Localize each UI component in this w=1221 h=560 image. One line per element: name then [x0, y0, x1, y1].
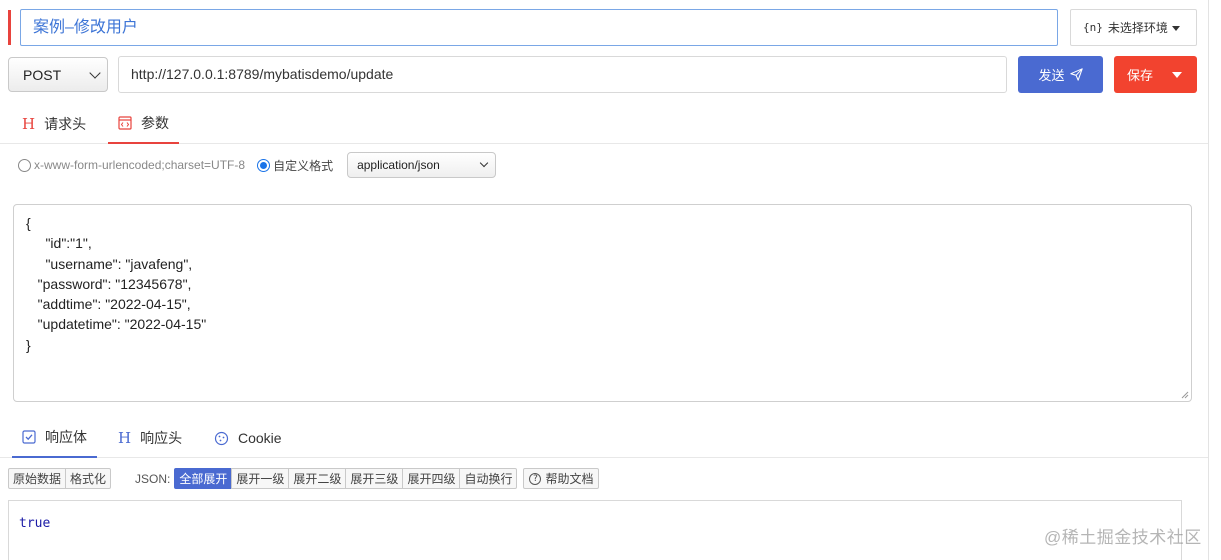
auto-wrap-button[interactable]: 自动换行 — [459, 468, 518, 489]
tab-response-headers-label: 响应头 — [140, 430, 183, 446]
method-select[interactable]: POST — [8, 57, 108, 92]
tab-response-headers[interactable]: H 响应头 — [118, 418, 182, 458]
tab-cookie[interactable]: Cookie — [214, 418, 282, 458]
help-docs-label: 帮助文档 — [545, 472, 594, 486]
code-file-icon — [118, 116, 132, 130]
custom-format-radio[interactable] — [257, 158, 271, 172]
expand-level-1-button[interactable]: 展开一级 — [231, 468, 290, 489]
method-label: POST — [23, 66, 62, 83]
help-docs-button[interactable]: ? 帮助文档 — [523, 468, 600, 489]
content-type-select[interactable]: application/json — [347, 152, 497, 178]
request-tabs: H 请求头 参数 — [0, 104, 1208, 144]
paper-plane-icon — [1069, 68, 1083, 81]
custom-format-label[interactable]: 自定义格式 — [273, 157, 333, 174]
caret-down-icon[interactable] — [1172, 72, 1182, 78]
body-type-row: x-www-form-urlencoded;charset=UTF-8 自定义格… — [18, 152, 497, 178]
tab-response-body-label: 响应体 — [45, 429, 87, 445]
urlencoded-radio[interactable] — [18, 158, 31, 172]
header-icon: H — [118, 429, 132, 447]
format-button[interactable]: 格式化 — [65, 468, 112, 489]
response-value: true — [19, 516, 51, 531]
json-expand-group: 全部展开 展开一级 展开二级 展开三级 展开四级 自动换行 — [174, 468, 518, 489]
watermark: @稀土掘金技术社区 — [1044, 528, 1202, 547]
tab-cookie-label: Cookie — [238, 430, 282, 446]
raw-data-button[interactable]: 原始数据 — [8, 468, 67, 489]
tab-params-label: 参数 — [141, 115, 169, 131]
header-icon: H — [22, 115, 36, 133]
environment-icon: {n} — [1083, 21, 1103, 34]
tab-params[interactable]: 参数 — [108, 104, 179, 144]
response-body-viewer[interactable]: true — [8, 500, 1182, 560]
request-name-input[interactable]: 案例–修改用户 — [20, 9, 1058, 46]
expand-level-3-button[interactable]: 展开三级 — [345, 468, 404, 489]
response-toolbar: 原始数据 格式化 JSON: 全部展开 展开一级 展开二级 展开三级 展开四级 … — [8, 468, 600, 489]
urlencoded-label[interactable]: x-www-form-urlencoded;charset=UTF-8 — [34, 158, 245, 172]
caret-down-icon — [1172, 26, 1180, 31]
send-button[interactable]: 发送 — [1018, 56, 1103, 93]
request-body-text[interactable]: { "id":"1", "username": "javafeng", "pas… — [26, 213, 1179, 355]
send-label: 发送 — [1038, 68, 1065, 83]
title-accent-bar — [8, 10, 11, 45]
chevron-down-icon — [89, 67, 101, 79]
response-tabs: 响应体 H 响应头 Cookie — [0, 418, 1208, 458]
expand-all-button[interactable]: 全部展开 — [174, 468, 233, 489]
environment-select[interactable]: {n} 未选择环境 — [1070, 9, 1197, 46]
tab-request-headers-label: 请求头 — [44, 116, 87, 132]
question-icon: ? — [529, 472, 542, 485]
expand-level-4-button[interactable]: 展开四级 — [402, 468, 461, 489]
panel-right-border — [1208, 0, 1209, 560]
content-type-value: application/json — [357, 158, 440, 172]
chevron-down-icon — [479, 158, 489, 168]
request-body-editor[interactable]: { "id":"1", "username": "javafeng", "pas… — [13, 204, 1192, 402]
tab-request-headers[interactable]: H 请求头 — [22, 104, 86, 144]
json-label: JSON: — [135, 471, 171, 486]
tab-response-body[interactable]: 响应体 — [12, 418, 97, 458]
url-input[interactable]: http://127.0.0.1:8789/mybatisdemo/update — [118, 56, 1007, 93]
save-button[interactable]: 保存 — [1114, 56, 1197, 93]
cookie-icon — [214, 431, 229, 446]
view-mode-group: 原始数据 格式化 — [8, 468, 112, 489]
save-label: 保存 — [1127, 68, 1154, 83]
checkbox-icon — [22, 430, 36, 444]
expand-level-2-button[interactable]: 展开二级 — [288, 468, 347, 489]
resize-handle-icon[interactable] — [1181, 391, 1189, 399]
environment-label: 未选择环境 — [1107, 21, 1168, 35]
